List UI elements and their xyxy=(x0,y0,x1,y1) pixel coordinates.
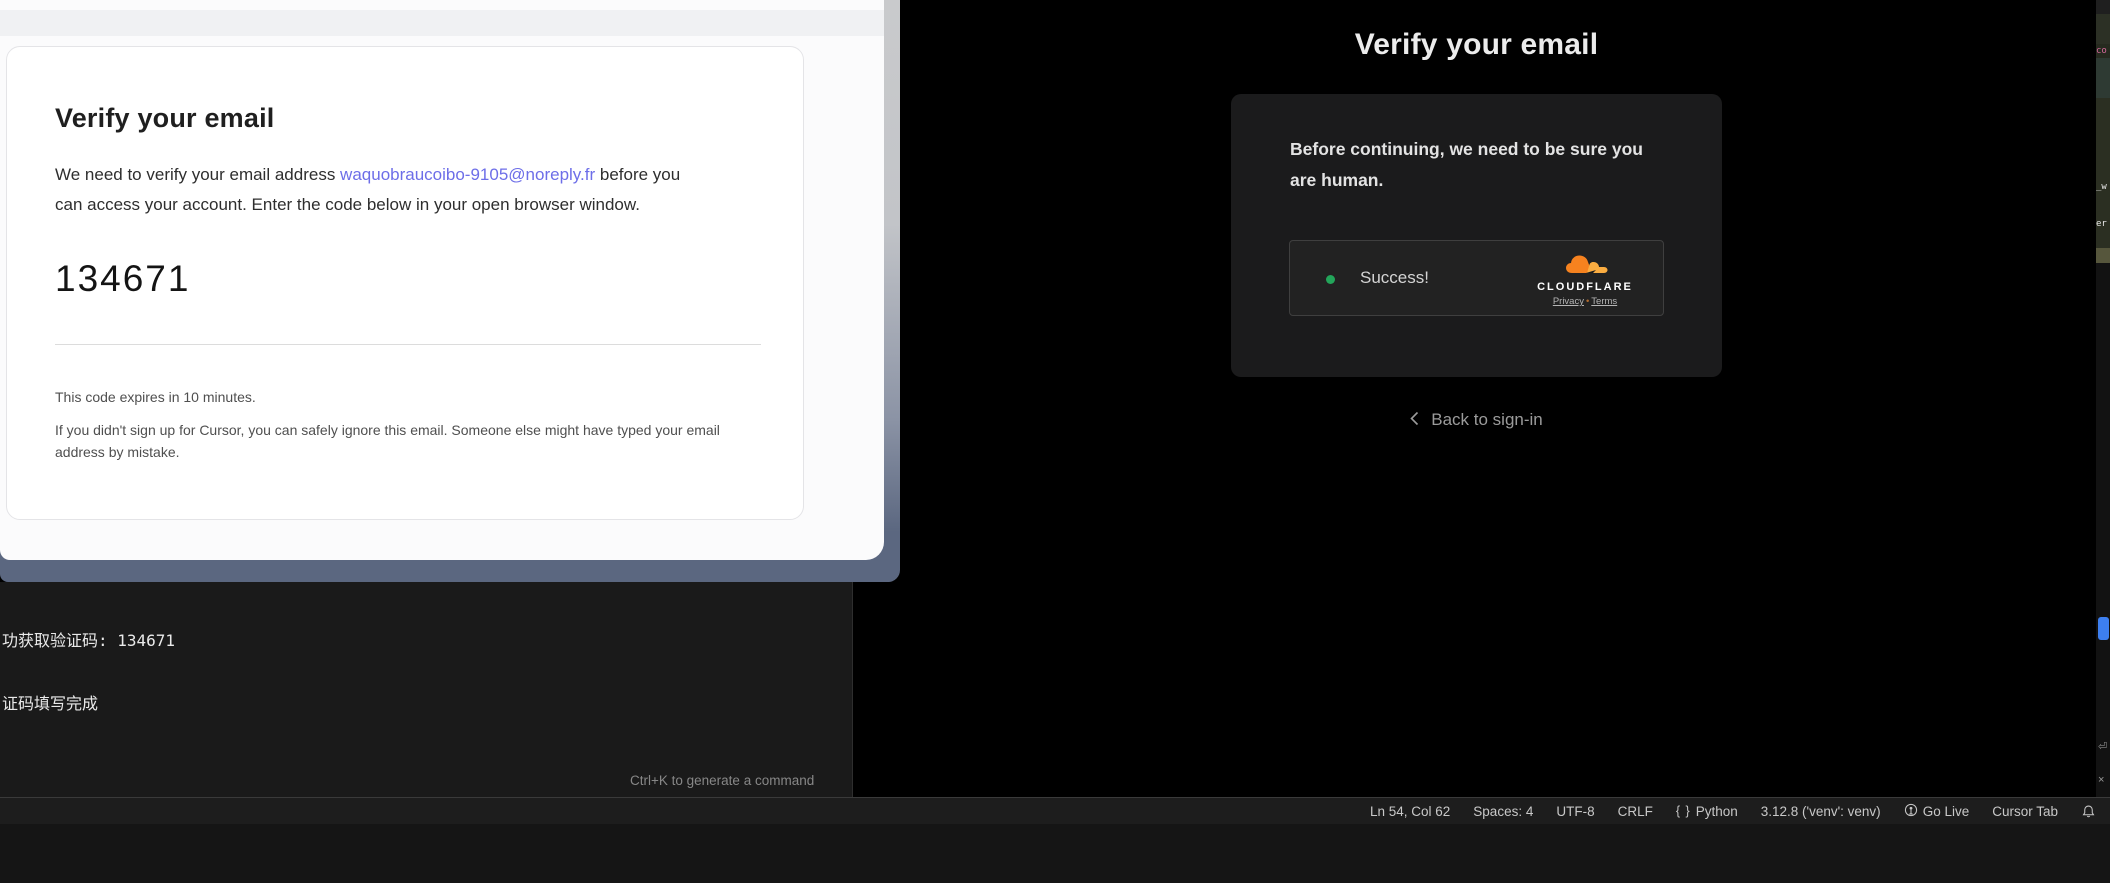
desktop-screen: Verify your email We need to verify your… xyxy=(0,0,2110,883)
email-body-text: We need to verify your email address waq… xyxy=(55,160,711,220)
email-client-window: Verify your email We need to verify your… xyxy=(0,0,884,560)
terminal-ctrlk-hint: Ctrl+K to generate a command xyxy=(630,773,814,788)
terminal-line xyxy=(2,756,217,777)
verification-code: 134671 xyxy=(55,258,755,300)
cloudflare-wordmark: CLOUDFLARE xyxy=(1525,281,1645,293)
terms-link[interactable]: Terms xyxy=(1591,296,1617,307)
eol-indicator[interactable]: CRLF xyxy=(1618,804,1653,819)
sliver-selection-block xyxy=(2096,58,2110,98)
cloudflare-brand-block: CLOUDFLARE Privacy•Terms xyxy=(1525,251,1645,307)
sliver-code-fragment: er xyxy=(2096,219,2107,229)
chevron-left-icon xyxy=(1410,411,1419,431)
email-window-scrollbar-edge[interactable] xyxy=(884,0,900,560)
verification-email-card: Verify your email We need to verify your… xyxy=(6,46,804,520)
language-label: Python xyxy=(1696,804,1738,819)
cursor-position-indicator[interactable]: Ln 54, Col 62 xyxy=(1370,804,1450,819)
email-title: Verify your email xyxy=(55,103,755,134)
terminal-line: 证码填写完成 xyxy=(2,693,217,714)
sliver-code-fragment: _w xyxy=(2096,182,2107,192)
go-live-button[interactable]: Go Live xyxy=(1904,803,1970,820)
verification-subtitle: Before continuing, we need to be sure yo… xyxy=(1290,134,1660,196)
turnstile-status: Success! xyxy=(1360,268,1429,288)
broadcast-icon xyxy=(1904,803,1918,820)
turnstile-legal-links: Privacy•Terms xyxy=(1525,296,1645,307)
close-icon[interactable]: × xyxy=(2098,774,2104,786)
privacy-link[interactable]: Privacy xyxy=(1553,296,1584,307)
sliver-code-fragment: co xyxy=(2096,46,2107,56)
taskbar: ⚙ 中 S 1:43 PM 2/12/2025 z xyxy=(0,824,2110,883)
sliver-blue-button-edge[interactable] xyxy=(2098,617,2109,640)
cloudflare-turnstile-widget[interactable]: Success! CLOUDFLARE Privacy•Terms xyxy=(1289,240,1664,316)
back-to-signin-link[interactable]: Back to sign-in xyxy=(1231,410,1722,430)
back-link-label: Back to sign-in xyxy=(1431,410,1543,429)
recipient-email-link[interactable]: waquobraucoibo-9105@noreply.fr xyxy=(340,165,595,184)
sliver-code-block xyxy=(2096,14,2110,44)
email-body-before: We need to verify your email address xyxy=(55,165,340,184)
terminal-line: 功获取验证码: 134671 xyxy=(2,630,217,651)
python-interpreter-indicator[interactable]: 3.12.8 ('venv': venv) xyxy=(1761,804,1881,819)
human-verification-card: Before continuing, we need to be sure yo… xyxy=(1231,94,1722,377)
editor-window-sliver[interactable]: co _w er ⏎ × xyxy=(2096,0,2110,797)
success-dot-icon xyxy=(1326,275,1335,284)
terminal-panel[interactable]: 功获取验证码: 134671 证码填写完成 在处理 Turnstile 验证..… xyxy=(0,582,853,797)
go-live-label: Go Live xyxy=(1923,804,1970,819)
braces-icon: { } xyxy=(1676,804,1691,818)
return-key-icon: ⏎ xyxy=(2098,740,2107,753)
notifications-bell-icon[interactable] xyxy=(2081,804,2096,819)
cloudflare-logo-icon xyxy=(1562,251,1608,275)
statusbar: Ln 54, Col 62 Spaces: 4 UTF-8 CRLF { } Py… xyxy=(0,797,2110,824)
sliver-highlight-row xyxy=(2096,248,2110,263)
page-title: Verify your email xyxy=(1231,28,1722,62)
language-mode-indicator[interactable]: { } Python xyxy=(1676,804,1738,819)
sliver-tab-strip xyxy=(2096,0,2110,14)
cursor-tab-indicator[interactable]: Cursor Tab xyxy=(1992,804,2058,819)
indentation-indicator[interactable]: Spaces: 4 xyxy=(1473,804,1533,819)
encoding-indicator[interactable]: UTF-8 xyxy=(1556,804,1594,819)
email-divider xyxy=(55,344,761,345)
code-expiry-text: This code expires in 10 minutes. xyxy=(55,389,755,405)
email-toolbar-strip xyxy=(0,10,884,36)
email-disclaimer-text: If you didn't sign up for Cursor, you ca… xyxy=(55,419,771,463)
